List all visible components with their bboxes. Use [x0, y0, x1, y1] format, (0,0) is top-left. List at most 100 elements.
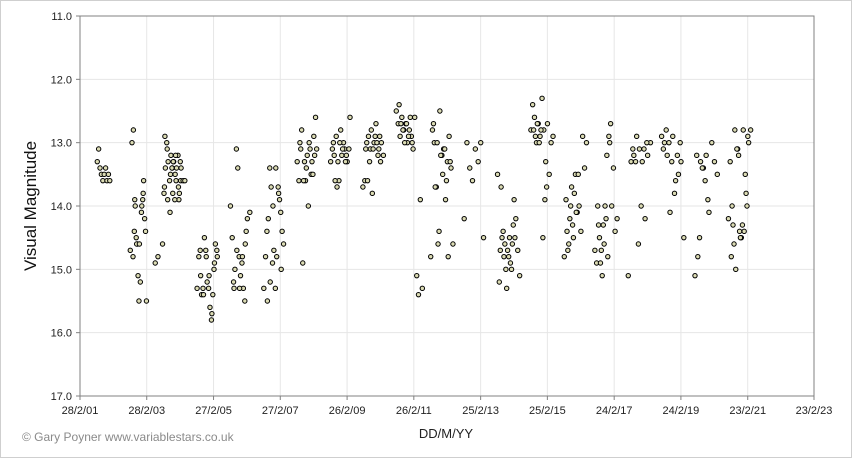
- data-point: [398, 120, 404, 127]
- data-point: [261, 285, 267, 292]
- data-point: [271, 247, 277, 254]
- data-point: [706, 209, 712, 216]
- data-point: [140, 196, 146, 203]
- data-point: [405, 133, 412, 140]
- data-point: [448, 165, 454, 171]
- data-point: [540, 234, 546, 241]
- data-point: [142, 228, 149, 235]
- data-point: [210, 291, 216, 298]
- data-point: [694, 152, 700, 159]
- data-point: [658, 133, 665, 140]
- data-point: [375, 152, 381, 159]
- data-point: [697, 158, 704, 165]
- data-point: [129, 139, 135, 146]
- data-point: [409, 139, 415, 146]
- data-point: [264, 228, 270, 235]
- data-point: [531, 114, 538, 121]
- data-point: [443, 177, 450, 184]
- data-point: [203, 253, 209, 260]
- data-point: [105, 171, 112, 178]
- data-point: [661, 139, 668, 146]
- data-point: [207, 304, 213, 311]
- data-point: [406, 127, 413, 133]
- data-point: [370, 146, 376, 152]
- data-point: [270, 203, 276, 209]
- data-point: [506, 234, 513, 241]
- data-point: [298, 127, 305, 133]
- data-point: [607, 120, 614, 127]
- data-point: [243, 228, 249, 235]
- data-point: [170, 158, 176, 165]
- data-point: [678, 158, 684, 165]
- x-tick-label: 23/2/23: [796, 405, 833, 417]
- data-point: [734, 146, 740, 152]
- data-point: [206, 272, 212, 279]
- data-point: [467, 165, 473, 171]
- data-point: [744, 203, 750, 209]
- data-point: [437, 108, 443, 114]
- data-point: [162, 165, 169, 171]
- data-point: [743, 190, 749, 197]
- data-point: [278, 209, 284, 216]
- data-point: [605, 253, 611, 260]
- data-point: [400, 127, 406, 133]
- data-point: [609, 203, 615, 209]
- data-point: [107, 177, 113, 184]
- data-point: [568, 184, 575, 190]
- data-point: [714, 171, 720, 178]
- data-point: [212, 241, 219, 247]
- data-point: [415, 291, 422, 298]
- data-point: [138, 209, 145, 216]
- data-point: [638, 203, 644, 209]
- y-tick-label: 13.0: [51, 138, 72, 150]
- data-point: [275, 184, 281, 190]
- data-point: [543, 184, 550, 190]
- data-point: [445, 253, 451, 260]
- data-point: [513, 215, 519, 222]
- data-point: [581, 165, 588, 171]
- x-tick-label: 25/2/13: [462, 405, 499, 417]
- data-point: [339, 152, 345, 159]
- data-point: [360, 184, 366, 190]
- data-point: [538, 127, 544, 133]
- data-point: [740, 127, 746, 133]
- data-point: [612, 228, 618, 235]
- data-point: [503, 285, 510, 292]
- data-point: [739, 222, 746, 228]
- data-point: [298, 146, 304, 152]
- data-point: [515, 247, 521, 254]
- data-point: [464, 139, 470, 146]
- data-point: [498, 184, 504, 190]
- data-point: [342, 158, 349, 165]
- data-point: [507, 260, 514, 266]
- data-point: [410, 146, 416, 152]
- data-point: [235, 165, 241, 171]
- data-point: [632, 158, 639, 165]
- data-point: [598, 247, 604, 254]
- data-point: [214, 247, 220, 254]
- data-point: [233, 146, 240, 152]
- x-tick-label: 28/2/01: [62, 405, 99, 417]
- data-point: [297, 139, 303, 146]
- data-point: [432, 184, 438, 190]
- data-point: [539, 95, 545, 102]
- x-tick-label: 27/2/07: [262, 405, 299, 417]
- data-point: [516, 272, 523, 279]
- data-point: [347, 114, 353, 121]
- data-point: [307, 146, 313, 152]
- data-point: [630, 146, 636, 152]
- data-point: [546, 171, 552, 178]
- data-point: [296, 177, 302, 184]
- data-point: [667, 209, 673, 216]
- data-point: [132, 203, 138, 209]
- data-point: [244, 215, 251, 222]
- data-point: [503, 266, 509, 273]
- data-point: [569, 222, 576, 228]
- data-point: [601, 241, 607, 247]
- y-axis-title: Visual Magnitude: [21, 141, 40, 271]
- data-point: [417, 196, 424, 203]
- data-point: [705, 196, 711, 203]
- data-point: [732, 127, 738, 133]
- x-tick-label: 26/2/09: [329, 405, 366, 417]
- data-point: [508, 266, 515, 273]
